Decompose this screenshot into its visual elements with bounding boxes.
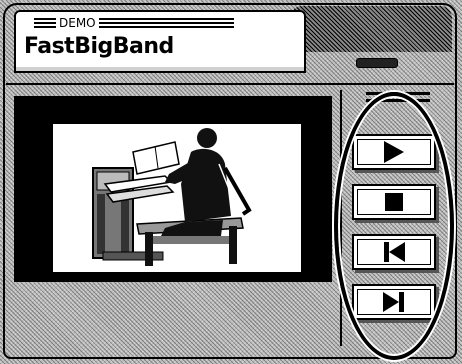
demo-indicator: DEMO (34, 16, 234, 30)
screen-image (52, 123, 302, 273)
previous-track-button[interactable] (352, 234, 436, 270)
speaker-grille-panel (290, 6, 452, 52)
player-window: DEMO FastBigBand (0, 0, 462, 364)
song-display: DEMO FastBigBand (14, 10, 306, 70)
next-track-icon (382, 292, 406, 312)
stop-button[interactable] (352, 184, 436, 220)
next-track-button[interactable] (352, 284, 436, 320)
slot-indicator (356, 58, 398, 68)
play-button[interactable] (352, 134, 436, 170)
song-title: FastBigBand (24, 34, 174, 59)
demo-label: DEMO (59, 16, 96, 30)
display-base (14, 67, 306, 73)
play-icon (384, 141, 404, 163)
stop-icon (385, 193, 403, 211)
demo-bars-left-icon (34, 18, 56, 28)
demo-bars-right-icon (98, 18, 234, 28)
previous-track-icon (382, 242, 406, 262)
organist-icon (92, 128, 252, 266)
